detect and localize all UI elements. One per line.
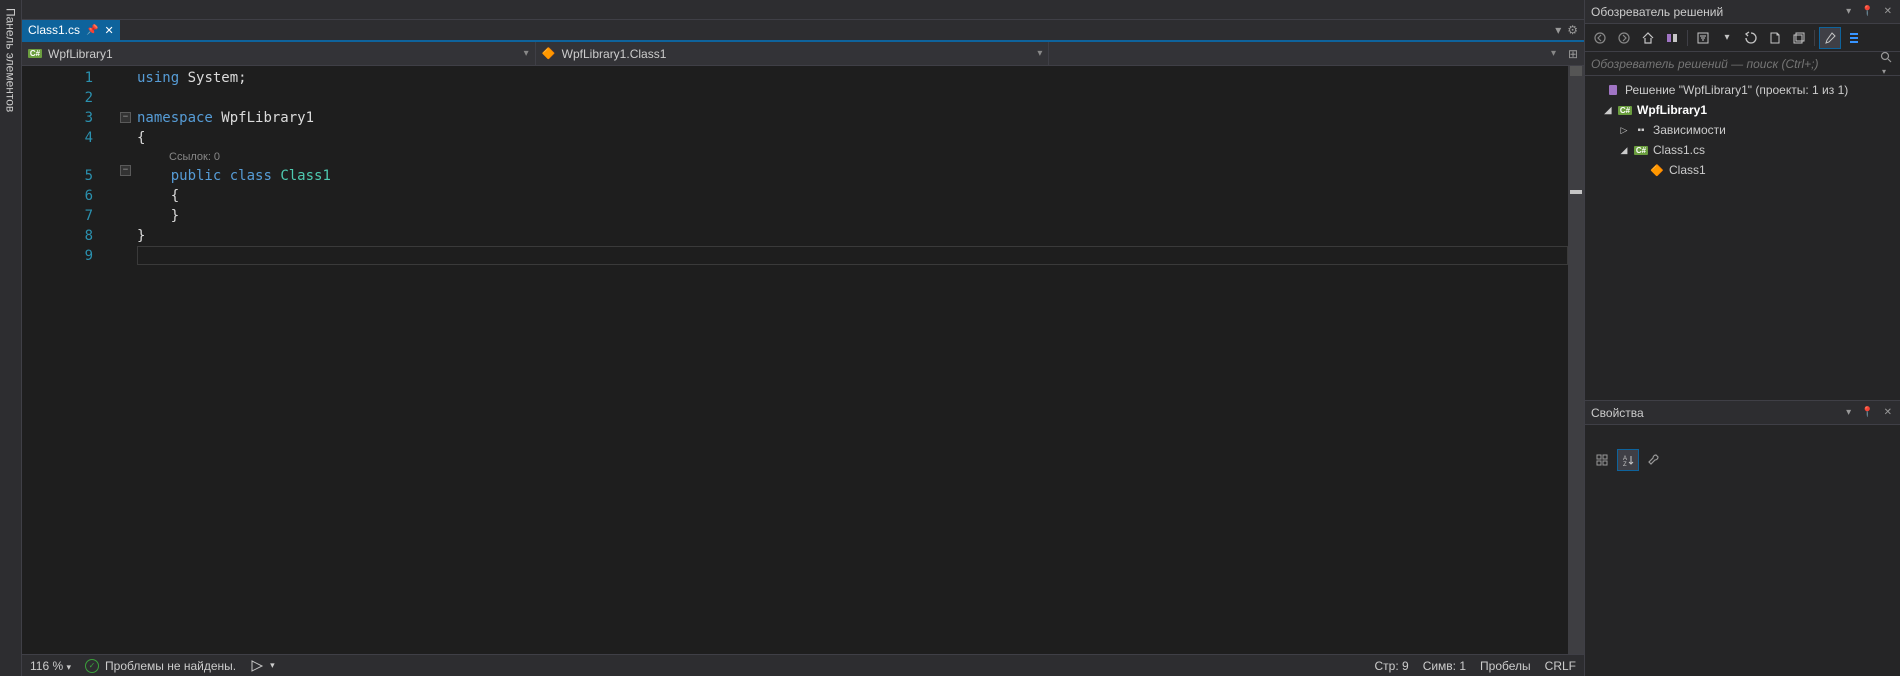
search-icon[interactable]: ▾ xyxy=(1872,51,1900,77)
toolbox-panel-tab[interactable]: Панель элементов xyxy=(0,0,22,676)
expand-arrow-icon[interactable]: ◢ xyxy=(1603,105,1613,116)
properties-icon[interactable] xyxy=(1819,27,1841,49)
nav-dropdown-row: C# WpfLibrary1 ▾ 🔶 WpfLibrary1.Class1 ▾ … xyxy=(22,42,1584,66)
show-all-files-icon[interactable] xyxy=(1843,27,1865,49)
status-indent[interactable]: Пробелы xyxy=(1480,659,1531,673)
code-editor[interactable]: 1 2 3 4 5 6 7 8 9 − − using System; name… xyxy=(22,66,1584,654)
pin-icon[interactable]: 📍 xyxy=(1859,6,1875,17)
status-line[interactable]: Стр: 9 xyxy=(1375,659,1409,673)
pin-icon[interactable]: 📌 xyxy=(86,25,98,36)
editor-container: Class1.cs 📌 ✕ ▾ ⚙ C# WpfLibrary1 ▾ 🔶 Wpf… xyxy=(22,0,1584,676)
code-text-area[interactable]: using System; namespace WpfLibrary1 { Сс… xyxy=(117,66,1568,654)
ok-check-icon: ✓ xyxy=(85,659,99,673)
tab-settings-icon[interactable]: ⚙ xyxy=(1567,23,1578,37)
line-number-gutter: 1 2 3 4 5 6 7 8 9 xyxy=(22,66,117,654)
expand-arrow-icon[interactable]: ▷ xyxy=(1619,125,1629,136)
chevron-down-icon: ▾ xyxy=(1551,48,1556,59)
codelens-references[interactable]: Ссылок: 0 xyxy=(137,148,1568,166)
window-menu-icon[interactable]: ▾ xyxy=(1844,407,1853,418)
pin-icon[interactable]: 📍 xyxy=(1859,407,1875,418)
close-icon[interactable]: ✕ xyxy=(1882,6,1894,17)
dependencies-node[interactable]: ▷ ▪▪ Зависимости xyxy=(1585,120,1900,140)
document-tab-row: Class1.cs 📌 ✕ ▾ ⚙ xyxy=(22,20,1584,42)
error-indicator[interactable]: ▾ xyxy=(250,659,275,673)
window-menu-icon[interactable]: ▾ xyxy=(1844,6,1853,17)
class-icon: 🔶 xyxy=(542,47,556,61)
tab-utilities: ▾ ⚙ xyxy=(1549,20,1584,40)
file-node-class1[interactable]: ◢ C# Class1.cs xyxy=(1585,140,1900,160)
status-eol[interactable]: CRLF xyxy=(1545,659,1576,673)
class-icon: 🔶 xyxy=(1649,164,1665,177)
properties-toolbar: AZ xyxy=(1585,439,1900,481)
properties-body xyxy=(1585,481,1900,676)
toolbox-label: Панель элементов xyxy=(4,8,18,112)
collapse-all-icon[interactable] xyxy=(1788,27,1810,49)
member-dropdown[interactable]: ▾ xyxy=(1049,42,1562,65)
home-icon[interactable] xyxy=(1637,27,1659,49)
solution-tree: Решение "WpfLibrary1" (проекты: 1 из 1) … xyxy=(1585,76,1900,400)
document-tab-class1[interactable]: Class1.cs 📌 ✕ xyxy=(22,20,120,40)
switch-views-icon[interactable] xyxy=(1661,27,1683,49)
tab-overflow-chevron-icon[interactable]: ▾ xyxy=(1555,23,1561,37)
tab-label: Class1.cs xyxy=(28,23,80,37)
solution-explorer-title: Обозреватель решений xyxy=(1591,5,1838,19)
solution-explorer-header: Обозреватель решений ▾ 📍 ✕ xyxy=(1585,0,1900,24)
close-icon[interactable]: ✕ xyxy=(1882,407,1894,418)
top-toolbar-strip xyxy=(22,0,1584,20)
properties-header: Свойства ▾ 📍 ✕ xyxy=(1585,401,1900,425)
solution-node[interactable]: Решение "WpfLibrary1" (проекты: 1 из 1) xyxy=(1585,80,1900,100)
chevron-down-icon: ▾ xyxy=(524,48,529,59)
status-col[interactable]: Симв: 1 xyxy=(1423,659,1466,673)
problems-status[interactable]: ✓ Проблемы не найдены. xyxy=(85,659,236,673)
project-node[interactable]: ◢ C# WpfLibrary1 xyxy=(1585,100,1900,120)
properties-title: Свойства xyxy=(1591,406,1838,420)
csharp-project-icon: C# xyxy=(28,49,42,58)
class-dropdown[interactable]: 🔶 WpfLibrary1.Class1 ▾ xyxy=(536,42,1050,65)
search-input[interactable] xyxy=(1585,57,1872,71)
solution-explorer-search[interactable]: ▾ xyxy=(1585,52,1900,76)
filter-icon[interactable] xyxy=(1692,27,1714,49)
wrench-icon[interactable] xyxy=(1643,449,1665,471)
close-icon[interactable]: ✕ xyxy=(104,24,113,37)
csharp-file-icon: C# xyxy=(1633,146,1649,155)
csharp-project-icon: C# xyxy=(1617,106,1633,115)
split-editor-icon[interactable]: ⊞ xyxy=(1562,47,1584,61)
project-name: WpfLibrary1 xyxy=(48,47,113,61)
back-icon[interactable] xyxy=(1589,27,1611,49)
expand-arrow-icon[interactable]: ◢ xyxy=(1619,145,1629,156)
solution-explorer-toolbar: ▾ xyxy=(1585,24,1900,52)
chevron-down-icon: ▾ xyxy=(1037,48,1042,59)
zoom-level[interactable]: 116 % ▾ xyxy=(30,659,71,673)
sync-active-doc-icon[interactable] xyxy=(1740,27,1762,49)
alphabetical-icon[interactable]: AZ xyxy=(1617,449,1639,471)
right-side-panel: Обозреватель решений ▾ 📍 ✕ ▾ xyxy=(1584,0,1900,676)
sync-icon[interactable]: ▾ xyxy=(1716,27,1738,49)
class-node[interactable]: 🔶 Class1 xyxy=(1585,160,1900,180)
forward-icon[interactable] xyxy=(1613,27,1635,49)
caret-line xyxy=(137,246,1568,265)
project-dropdown[interactable]: C# WpfLibrary1 ▾ xyxy=(22,42,536,65)
scroll-marker-strip[interactable] xyxy=(1568,66,1584,654)
svg-text:Z: Z xyxy=(1623,462,1627,467)
categorized-icon[interactable] xyxy=(1591,449,1613,471)
solution-icon xyxy=(1605,83,1621,97)
class-name: WpfLibrary1.Class1 xyxy=(562,47,667,61)
dependencies-icon: ▪▪ xyxy=(1633,125,1649,136)
refresh-icon[interactable] xyxy=(1764,27,1786,49)
properties-panel: Свойства ▾ 📍 ✕ AZ xyxy=(1585,400,1900,676)
editor-status-bar: 116 % ▾ ✓ Проблемы не найдены. ▾ Стр: 9 … xyxy=(22,654,1584,676)
